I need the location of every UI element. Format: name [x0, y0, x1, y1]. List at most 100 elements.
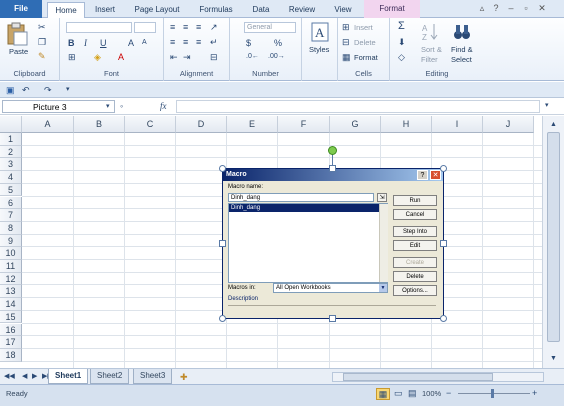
window-minimize-icon[interactable]: –	[505, 3, 517, 13]
resize-handle-sw[interactable]	[219, 315, 226, 322]
fill-color-icon[interactable]: ◈	[94, 52, 101, 62]
scroll-up-icon[interactable]: ▲	[550, 120, 557, 130]
macros-in-dropdown-icon[interactable]: ▼	[379, 284, 387, 292]
namebox-dropdown-icon[interactable]: ▾	[106, 102, 110, 112]
row-header-1[interactable]: 1	[0, 133, 22, 146]
normal-view-icon[interactable]: ▦	[376, 388, 390, 400]
next-sheet-icon[interactable]: ▶	[32, 372, 37, 382]
insert-function-button[interactable]: fx	[160, 101, 167, 111]
row-header-15[interactable]: 15	[0, 310, 22, 324]
customize-qat-icon[interactable]: ▾	[66, 85, 70, 95]
help-icon[interactable]: ?	[490, 3, 502, 13]
column-header-c[interactable]: C	[125, 116, 176, 133]
sort-filter-button[interactable]: Sort &	[421, 45, 442, 54]
tab-page-layout[interactable]: Page Layout	[128, 2, 186, 18]
row-header-8[interactable]: 8	[0, 221, 22, 235]
bold-button[interactable]: B	[68, 38, 75, 48]
column-header-b[interactable]: B	[74, 116, 125, 133]
cut-icon[interactable]: ✂	[38, 22, 46, 32]
scroll-down-icon[interactable]: ▼	[550, 354, 557, 364]
horizontal-scroll-thumb[interactable]	[343, 373, 493, 381]
resize-handle-e[interactable]	[440, 240, 447, 247]
fill-icon[interactable]: ⬇	[398, 37, 406, 47]
sheet-tab-sheet2[interactable]: Sheet2	[90, 369, 130, 384]
number-format-select[interactable]: General	[244, 22, 296, 33]
align-left-icon[interactable]: ≡	[170, 37, 175, 47]
dialog-close-button[interactable]: ✕	[430, 170, 441, 180]
horizontal-scrollbar[interactable]	[332, 372, 544, 382]
orientation-icon[interactable]: ↗	[210, 22, 218, 32]
sort-filter-icon[interactable]: A Z	[422, 22, 440, 42]
row-header-7[interactable]: 7	[0, 209, 22, 222]
macro-dialog-picture[interactable]: Macro ? ✕ Macro name: Dinh_dang ⇲ Dinh_d…	[222, 168, 444, 319]
zoom-out-button[interactable]: −	[446, 388, 451, 398]
font-name-select[interactable]	[66, 22, 132, 33]
macro-list-item[interactable]: Dinh_dang	[229, 204, 379, 212]
tab-view[interactable]: View	[328, 2, 358, 18]
sheet-tab-sheet3[interactable]: Sheet3	[133, 369, 173, 384]
formula-expand-icon[interactable]: ▾	[545, 101, 549, 111]
font-size-select[interactable]	[134, 22, 156, 33]
merge-center-icon[interactable]: ⊟	[210, 52, 218, 62]
macro-list[interactable]: Dinh_dang	[228, 203, 388, 283]
decrease-decimal-icon[interactable]: .00→	[268, 52, 285, 62]
font-color-icon[interactable]: A	[118, 52, 124, 62]
paste-icon[interactable]	[6, 22, 28, 46]
styles-icon[interactable]: A	[311, 22, 329, 42]
tab-formulas[interactable]: Formulas	[194, 2, 238, 18]
resize-handle-se[interactable]	[440, 315, 447, 322]
format-button[interactable]: Format	[354, 53, 378, 62]
find-select-button[interactable]: Find &	[451, 45, 473, 54]
dialog-step-into-button[interactable]: Step Into	[393, 226, 437, 237]
row-header-5[interactable]: 5	[0, 183, 22, 197]
tab-format[interactable]: Format	[364, 0, 420, 18]
row-header-10[interactable]: 10	[0, 247, 22, 260]
page-layout-view-icon[interactable]: ▭	[394, 388, 403, 398]
italic-button[interactable]: I	[84, 38, 87, 48]
dialog-edit-button[interactable]: Edit	[393, 240, 437, 251]
resize-handle-n[interactable]	[329, 165, 336, 172]
window-close-icon[interactable]: ✕	[536, 3, 548, 14]
sheet-tab-sheet1[interactable]: Sheet1	[48, 369, 89, 384]
dialog-options-button[interactable]: Options...	[393, 285, 437, 296]
select-all-corner[interactable]	[0, 116, 22, 133]
borders-icon[interactable]: ⊞	[68, 52, 76, 62]
tab-review[interactable]: Review	[284, 2, 320, 18]
tab-insert[interactable]: Insert	[88, 2, 122, 18]
column-header-a[interactable]: A	[22, 116, 74, 133]
percent-button[interactable]: %	[274, 38, 282, 48]
column-header-e[interactable]: E	[227, 116, 278, 133]
autosum-button[interactable]: Σ	[398, 21, 405, 32]
tab-home[interactable]: Home	[47, 2, 85, 19]
macro-name-input[interactable]: Dinh_dang	[228, 193, 374, 202]
resize-handle-nw[interactable]	[219, 165, 226, 172]
macro-list-scrollbar[interactable]	[379, 204, 388, 282]
tab-data[interactable]: Data	[246, 2, 276, 18]
undo-icon[interactable]: ↶	[22, 85, 30, 95]
formula-input[interactable]	[176, 100, 540, 113]
copy-icon[interactable]: ❐	[38, 37, 46, 47]
delete-button[interactable]: Delete	[354, 38, 376, 47]
row-header-12[interactable]: 12	[0, 272, 22, 286]
minimize-ribbon-icon[interactable]: ▵	[476, 3, 488, 14]
zoom-slider-thumb[interactable]	[491, 389, 494, 398]
dialog-run-button[interactable]: Run	[393, 195, 437, 206]
column-header-g[interactable]: G	[330, 116, 381, 133]
sort-filter-button-line2[interactable]: Filter	[421, 55, 438, 64]
row-header-2[interactable]: 2	[0, 145, 22, 159]
find-select-button-line2[interactable]: Select	[451, 55, 472, 64]
align-middle-icon[interactable]: ≡	[183, 22, 188, 32]
column-header-j[interactable]: J	[483, 116, 534, 133]
paste-button[interactable]: Paste	[9, 47, 28, 56]
macros-in-select[interactable]: All Open Workbooks	[273, 283, 388, 293]
wrap-text-icon[interactable]: ↵	[210, 37, 218, 47]
format-cells-icon[interactable]: ▦	[342, 52, 351, 62]
formula-bar-expand-icon[interactable]: ◦	[120, 101, 123, 111]
increase-indent-icon[interactable]: ⇥	[183, 52, 191, 62]
row-header-17[interactable]: 17	[0, 336, 22, 349]
grow-font-icon[interactable]: A	[128, 38, 134, 48]
align-right-icon[interactable]: ≡	[196, 37, 201, 47]
column-header-i[interactable]: I	[432, 116, 483, 133]
vertical-scroll-thumb[interactable]	[547, 132, 560, 342]
row-header-3[interactable]: 3	[0, 158, 22, 172]
